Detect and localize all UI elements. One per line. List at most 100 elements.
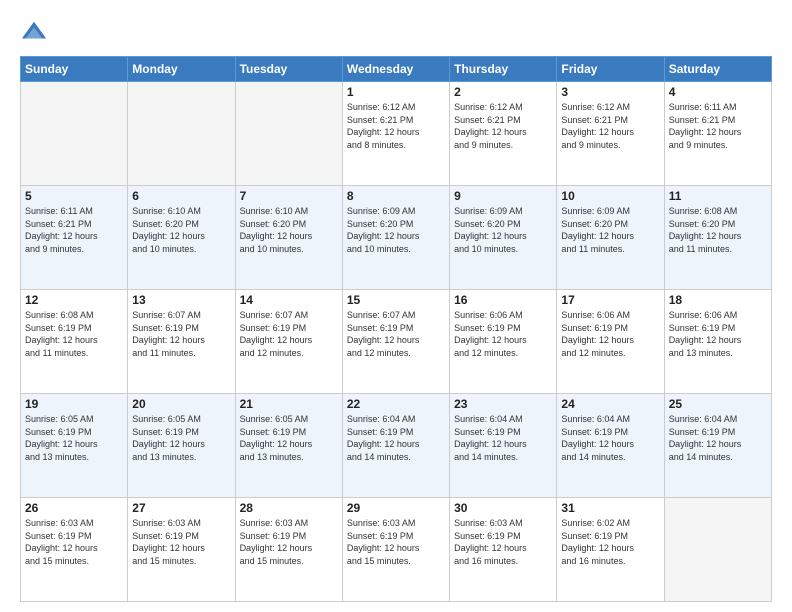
calendar-day: 25Sunrise: 6:04 AM Sunset: 6:19 PM Dayli… xyxy=(664,394,771,498)
day-info: Sunrise: 6:05 AM Sunset: 6:19 PM Dayligh… xyxy=(25,413,123,463)
day-number: 5 xyxy=(25,189,123,203)
logo-icon xyxy=(20,18,48,46)
calendar-day: 11 Sunrise: 6:08 AM Sunset: 6:20 PM Dayli… xyxy=(664,186,771,290)
calendar: SundayMondayTuesdayWednesdayThursdayFrid… xyxy=(20,56,772,602)
day-info: Sunrise: 6:07 AM Sunset: 6:19 PM Dayligh… xyxy=(347,309,445,359)
calendar-day: 12 Sunrise: 6:08 AM Sunset: 6:19 PM Dayli… xyxy=(21,290,128,394)
day-number: 14 xyxy=(240,293,338,307)
day-number: 22 xyxy=(347,397,445,411)
calendar-day: 28 Sunrise: 6:03 AM Sunset: 6:19 PM Dayli… xyxy=(235,498,342,602)
calendar-day xyxy=(235,82,342,186)
logo xyxy=(20,18,52,46)
day-number: 13 xyxy=(132,293,230,307)
day-info: Sunrise: 6:06 AM Sunset: 6:19 PM Dayligh… xyxy=(561,309,659,359)
calendar-week-2: 5 Sunrise: 6:11 AM Sunset: 6:21 PM Daylig… xyxy=(21,186,772,290)
calendar-day: 31 Sunrise: 6:02 AM Sunset: 6:19 PM Dayli… xyxy=(557,498,664,602)
weekday-header-sunday: Sunday xyxy=(21,57,128,82)
day-info: Sunrise: 6:09 AM Sunset: 6:20 PM Dayligh… xyxy=(561,205,659,255)
day-number: 17 xyxy=(561,293,659,307)
calendar-day: 20 Sunrise: 6:05 AM Sunset: 6:19 PM Dayli… xyxy=(128,394,235,498)
calendar-week-4: 19 Sunrise: 6:05 AM Sunset: 6:19 PM Dayli… xyxy=(21,394,772,498)
day-number: 29 xyxy=(347,501,445,515)
calendar-day: 14 Sunrise: 6:07 AM Sunset: 6:19 PM Dayli… xyxy=(235,290,342,394)
calendar-day: 16Sunrise: 6:06 AM Sunset: 6:19 PM Dayli… xyxy=(450,290,557,394)
calendar-day: 10 Sunrise: 6:09 AM Sunset: 6:20 PM Dayli… xyxy=(557,186,664,290)
calendar-header-row: SundayMondayTuesdayWednesdayThursdayFrid… xyxy=(21,57,772,82)
calendar-day: 13Sunrise: 6:07 AM Sunset: 6:19 PM Dayli… xyxy=(128,290,235,394)
calendar-day: 17 Sunrise: 6:06 AM Sunset: 6:19 PM Dayli… xyxy=(557,290,664,394)
weekday-header-tuesday: Tuesday xyxy=(235,57,342,82)
calendar-day: 18Sunrise: 6:06 AM Sunset: 6:19 PM Dayli… xyxy=(664,290,771,394)
calendar-day: 9Sunrise: 6:09 AM Sunset: 6:20 PM Daylig… xyxy=(450,186,557,290)
day-info: Sunrise: 6:03 AM Sunset: 6:19 PM Dayligh… xyxy=(132,517,230,567)
day-number: 21 xyxy=(240,397,338,411)
calendar-day: 30Sunrise: 6:03 AM Sunset: 6:19 PM Dayli… xyxy=(450,498,557,602)
calendar-day: 26 Sunrise: 6:03 AM Sunset: 6:19 PM Dayli… xyxy=(21,498,128,602)
day-info: Sunrise: 6:03 AM Sunset: 6:19 PM Dayligh… xyxy=(347,517,445,567)
day-number: 9 xyxy=(454,189,552,203)
calendar-day: 21 Sunrise: 6:05 AM Sunset: 6:19 PM Dayli… xyxy=(235,394,342,498)
calendar-day: 3Sunrise: 6:12 AM Sunset: 6:21 PM Daylig… xyxy=(557,82,664,186)
day-number: 20 xyxy=(132,397,230,411)
day-number: 19 xyxy=(25,397,123,411)
page-header xyxy=(20,18,772,46)
day-number: 10 xyxy=(561,189,659,203)
day-info: Sunrise: 6:06 AM Sunset: 6:19 PM Dayligh… xyxy=(454,309,552,359)
day-info: Sunrise: 6:10 AM Sunset: 6:20 PM Dayligh… xyxy=(132,205,230,255)
day-number: 8 xyxy=(347,189,445,203)
calendar-day: 15 Sunrise: 6:07 AM Sunset: 6:19 PM Dayli… xyxy=(342,290,449,394)
day-number: 7 xyxy=(240,189,338,203)
day-info: Sunrise: 6:04 AM Sunset: 6:19 PM Dayligh… xyxy=(561,413,659,463)
day-info: Sunrise: 6:03 AM Sunset: 6:19 PM Dayligh… xyxy=(25,517,123,567)
day-number: 6 xyxy=(132,189,230,203)
day-number: 28 xyxy=(240,501,338,515)
weekday-header-thursday: Thursday xyxy=(450,57,557,82)
weekday-header-wednesday: Wednesday xyxy=(342,57,449,82)
day-info: Sunrise: 6:09 AM Sunset: 6:20 PM Dayligh… xyxy=(347,205,445,255)
day-info: Sunrise: 6:08 AM Sunset: 6:19 PM Dayligh… xyxy=(25,309,123,359)
day-info: Sunrise: 6:08 AM Sunset: 6:20 PM Dayligh… xyxy=(669,205,767,255)
day-number: 25 xyxy=(669,397,767,411)
day-info: Sunrise: 6:10 AM Sunset: 6:20 PM Dayligh… xyxy=(240,205,338,255)
day-info: Sunrise: 6:11 AM Sunset: 6:21 PM Dayligh… xyxy=(669,101,767,151)
weekday-header-friday: Friday xyxy=(557,57,664,82)
day-number: 2 xyxy=(454,85,552,99)
day-info: Sunrise: 6:05 AM Sunset: 6:19 PM Dayligh… xyxy=(132,413,230,463)
calendar-day: 7 Sunrise: 6:10 AM Sunset: 6:20 PM Daylig… xyxy=(235,186,342,290)
weekday-header-saturday: Saturday xyxy=(664,57,771,82)
day-info: Sunrise: 6:12 AM Sunset: 6:21 PM Dayligh… xyxy=(561,101,659,151)
day-info: Sunrise: 6:12 AM Sunset: 6:21 PM Dayligh… xyxy=(454,101,552,151)
calendar-day xyxy=(128,82,235,186)
calendar-day: 6 Sunrise: 6:10 AM Sunset: 6:20 PM Daylig… xyxy=(128,186,235,290)
calendar-day: 19 Sunrise: 6:05 AM Sunset: 6:19 PM Dayli… xyxy=(21,394,128,498)
day-number: 27 xyxy=(132,501,230,515)
calendar-body: 1Sunrise: 6:12 AM Sunset: 6:21 PM Daylig… xyxy=(21,82,772,602)
weekday-header-monday: Monday xyxy=(128,57,235,82)
day-info: Sunrise: 6:06 AM Sunset: 6:19 PM Dayligh… xyxy=(669,309,767,359)
calendar-day: 8 Sunrise: 6:09 AM Sunset: 6:20 PM Daylig… xyxy=(342,186,449,290)
day-number: 30 xyxy=(454,501,552,515)
day-number: 26 xyxy=(25,501,123,515)
calendar-week-5: 26 Sunrise: 6:03 AM Sunset: 6:19 PM Dayli… xyxy=(21,498,772,602)
calendar-day: 23 Sunrise: 6:04 AM Sunset: 6:19 PM Dayli… xyxy=(450,394,557,498)
day-number: 11 xyxy=(669,189,767,203)
calendar-day xyxy=(664,498,771,602)
day-info: Sunrise: 6:11 AM Sunset: 6:21 PM Dayligh… xyxy=(25,205,123,255)
calendar-day: 2 Sunrise: 6:12 AM Sunset: 6:21 PM Daylig… xyxy=(450,82,557,186)
calendar-day: 4Sunrise: 6:11 AM Sunset: 6:21 PM Daylig… xyxy=(664,82,771,186)
calendar-day: 27 Sunrise: 6:03 AM Sunset: 6:19 PM Dayli… xyxy=(128,498,235,602)
day-number: 23 xyxy=(454,397,552,411)
calendar-day: 22Sunrise: 6:04 AM Sunset: 6:19 PM Dayli… xyxy=(342,394,449,498)
calendar-day: 24Sunrise: 6:04 AM Sunset: 6:19 PM Dayli… xyxy=(557,394,664,498)
calendar-week-1: 1Sunrise: 6:12 AM Sunset: 6:21 PM Daylig… xyxy=(21,82,772,186)
day-info: Sunrise: 6:05 AM Sunset: 6:19 PM Dayligh… xyxy=(240,413,338,463)
day-info: Sunrise: 6:12 AM Sunset: 6:21 PM Dayligh… xyxy=(347,101,445,151)
calendar-day: 29 Sunrise: 6:03 AM Sunset: 6:19 PM Dayli… xyxy=(342,498,449,602)
day-info: Sunrise: 6:07 AM Sunset: 6:19 PM Dayligh… xyxy=(240,309,338,359)
day-number: 12 xyxy=(25,293,123,307)
day-info: Sunrise: 6:02 AM Sunset: 6:19 PM Dayligh… xyxy=(561,517,659,567)
day-info: Sunrise: 6:04 AM Sunset: 6:19 PM Dayligh… xyxy=(454,413,552,463)
day-number: 31 xyxy=(561,501,659,515)
day-info: Sunrise: 6:03 AM Sunset: 6:19 PM Dayligh… xyxy=(240,517,338,567)
day-number: 15 xyxy=(347,293,445,307)
